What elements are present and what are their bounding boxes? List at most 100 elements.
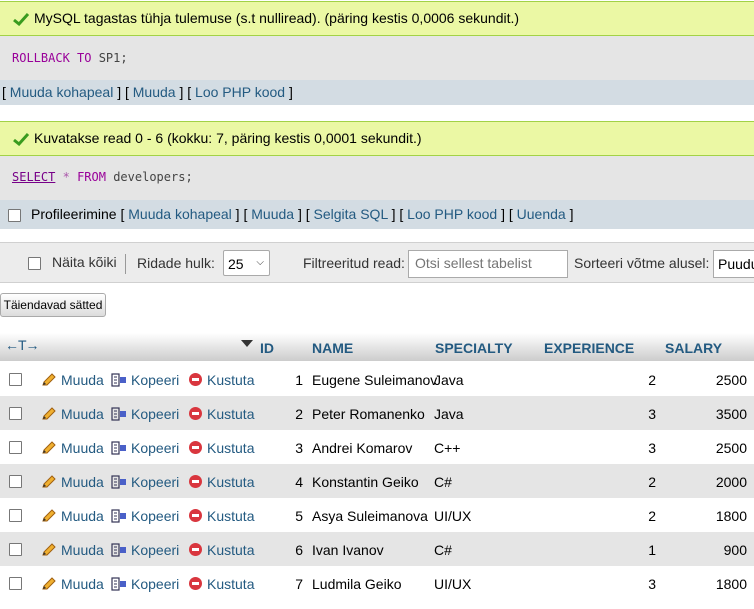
copy-icon[interactable] <box>111 373 127 387</box>
delete-row-link[interactable]: Kustuta <box>207 576 254 592</box>
delete-row-link[interactable]: Kustuta <box>207 542 254 558</box>
filter-rows-field[interactable] <box>408 250 568 278</box>
edit-link[interactable]: Muuda <box>251 206 294 222</box>
success-text: Kuvatakse read 0 - 6 (kokku: 7, päring k… <box>34 130 422 146</box>
explain-sql-link[interactable]: Selgita SQL <box>314 206 388 222</box>
column-header-id[interactable]: ID <box>260 340 274 356</box>
cell-experience: 2 <box>648 372 656 388</box>
cell-id: 5 <box>295 508 303 524</box>
copy-row-link[interactable]: Kopeeri <box>131 406 179 422</box>
pencil-icon[interactable] <box>41 543 57 557</box>
column-header-specialty[interactable]: SPECIALTY <box>435 340 513 356</box>
cell-experience: 3 <box>648 406 656 422</box>
copy-icon[interactable] <box>111 475 127 489</box>
copy-icon[interactable] <box>111 577 127 591</box>
create-php-code-link[interactable]: Loo PHP kood <box>195 84 285 100</box>
edit-inline-link[interactable]: Muuda kohapeal <box>10 84 114 100</box>
delete-icon[interactable] <box>189 407 202 420</box>
filter-rows-label: Filtreeritud read: <box>303 255 405 271</box>
sql-select-keyword[interactable]: SELECT <box>12 170 55 184</box>
edit-row-link[interactable]: Muuda <box>61 372 104 388</box>
copy-icon[interactable] <box>111 509 127 523</box>
delete-icon[interactable] <box>189 373 202 386</box>
row-checkbox[interactable] <box>9 441 22 454</box>
cell-specialty: UI/UX <box>434 508 472 524</box>
copy-row-link[interactable]: Kopeeri <box>131 576 179 592</box>
cell-salary: 2500 <box>715 372 747 388</box>
pencil-icon[interactable] <box>41 441 57 455</box>
cell-experience: 1 <box>648 542 656 558</box>
copy-icon[interactable] <box>111 441 127 455</box>
cell-salary: 1800 <box>715 508 747 524</box>
pencil-icon[interactable] <box>41 577 57 591</box>
table-row: Muuda Kopeeri Kustuta 1 Eugene Suleimanov Jav… <box>0 362 754 396</box>
delete-icon[interactable] <box>189 475 202 488</box>
delete-icon[interactable] <box>189 441 202 454</box>
row-checkbox[interactable] <box>9 509 22 522</box>
pencil-icon[interactable] <box>41 407 57 421</box>
cell-name: Ludmila Geiko <box>312 576 402 592</box>
row-checkbox[interactable] <box>9 577 22 590</box>
cell-id: 6 <box>295 542 303 558</box>
delete-row-link[interactable]: Kustuta <box>207 508 254 524</box>
cell-id: 1 <box>295 372 303 388</box>
rows-count-select[interactable]: 25 ⌵ <box>223 250 270 276</box>
extra-options-button[interactable]: Täiendavad sätted <box>0 293 106 317</box>
cell-specialty: Java <box>434 372 464 388</box>
copy-icon[interactable] <box>111 407 127 421</box>
delete-row-link[interactable]: Kustuta <box>207 406 254 422</box>
sql-query: ROLLBACK TO SP1; <box>12 51 128 65</box>
edit-row-link[interactable]: Muuda <box>61 406 104 422</box>
column-toggle-arrows-icon[interactable]: ←T→ <box>5 337 40 353</box>
row-checkbox[interactable] <box>9 407 22 420</box>
cell-salary: 3500 <box>715 406 747 422</box>
edit-inline-link[interactable]: Muuda kohapeal <box>128 206 232 222</box>
row-checkbox[interactable] <box>9 373 22 386</box>
edit-row-link[interactable]: Muuda <box>61 576 104 592</box>
check-icon <box>13 12 29 26</box>
delete-icon[interactable] <box>189 509 202 522</box>
table-row: Muuda Kopeeri Kustuta 5 Asya Suleimanova UI/U… <box>0 498 754 532</box>
create-php-code-link[interactable]: Loo PHP kood <box>407 206 497 222</box>
cell-name: Andrei Komarov <box>312 440 413 456</box>
column-header-experience[interactable]: EXPERIENCE <box>544 340 634 356</box>
column-header-name[interactable]: NAME <box>312 340 353 356</box>
sort-by-key-select[interactable]: Puudub <box>713 250 754 278</box>
delete-row-link[interactable]: Kustuta <box>207 474 254 490</box>
cell-id: 2 <box>295 406 303 422</box>
column-header-salary[interactable]: SALARY <box>665 340 722 356</box>
show-all-checkbox[interactable] <box>28 257 41 270</box>
show-all-label[interactable]: Näita kõiki <box>52 254 117 270</box>
row-checkbox[interactable] <box>9 543 22 556</box>
cell-salary: 1800 <box>715 576 747 592</box>
delete-row-link[interactable]: Kustuta <box>207 372 254 388</box>
refresh-link[interactable]: Uuenda <box>517 206 566 222</box>
edit-row-link[interactable]: Muuda <box>61 474 104 490</box>
filter-rows-input[interactable] <box>409 251 565 275</box>
cell-name: Eugene Suleimanov <box>312 372 438 388</box>
profiling-checkbox[interactable] <box>8 209 21 222</box>
cell-specialty: C# <box>434 542 452 558</box>
edit-row-link[interactable]: Muuda <box>61 440 104 456</box>
pencil-icon[interactable] <box>41 509 57 523</box>
delete-row-link[interactable]: Kustuta <box>207 440 254 456</box>
copy-icon[interactable] <box>111 543 127 557</box>
table-row: Muuda Kopeeri Kustuta 4 Konstantin Geiko C# 2 2… <box>0 464 754 498</box>
edit-row-link[interactable]: Muuda <box>61 508 104 524</box>
copy-row-link[interactable]: Kopeeri <box>131 474 179 490</box>
edit-link[interactable]: Muuda <box>133 84 176 100</box>
delete-icon[interactable] <box>189 543 202 556</box>
copy-row-link[interactable]: Kopeeri <box>131 508 179 524</box>
row-checkbox[interactable] <box>9 475 22 488</box>
copy-row-link[interactable]: Kopeeri <box>131 542 179 558</box>
table-navigation-toolbar: Näita kõiki Ridade hulk: 25 ⌵ Filtreerit… <box>0 242 754 283</box>
pencil-icon[interactable] <box>41 373 57 387</box>
cell-experience: 3 <box>648 440 656 456</box>
delete-icon[interactable] <box>189 577 202 590</box>
copy-row-link[interactable]: Kopeeri <box>131 440 179 456</box>
sort-descending-icon[interactable] <box>241 340 253 347</box>
copy-row-link[interactable]: Kopeeri <box>131 372 179 388</box>
cell-name: Ivan Ivanov <box>312 542 384 558</box>
edit-row-link[interactable]: Muuda <box>61 542 104 558</box>
pencil-icon[interactable] <box>41 475 57 489</box>
